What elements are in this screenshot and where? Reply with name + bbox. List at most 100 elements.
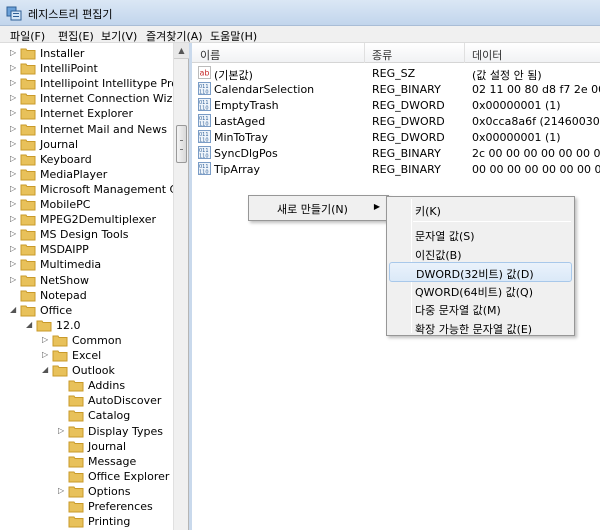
expand-arrow-icon[interactable]: ▷ (10, 275, 19, 286)
tree-item-label: MobilePC (40, 198, 91, 211)
folder-icon (20, 169, 36, 181)
tree-item-label: Journal (40, 137, 79, 151)
new-submenu: 키(K) 문자열 값(S) 이진값(B) DWORD(32비트) 값(D) QWORD(… (386, 196, 575, 336)
value-type: REG_DWORD (372, 131, 445, 144)
submenu-item-label: QWORD(64비트) 값(Q) (415, 286, 533, 299)
submenu-item[interactable]: QWORD(64비트) 값(Q) (389, 281, 572, 301)
folder-icon (68, 516, 84, 528)
value-row[interactable]: 011 110 TipArray REG_BINARY 00 00 00 00 00 0… (192, 161, 600, 177)
value-name: SyncDlgPos (214, 147, 278, 160)
tree-item-label: Options (88, 484, 131, 498)
expand-arrow-icon[interactable]: ▷ (10, 78, 19, 89)
folder-icon (68, 426, 84, 437)
expand-arrow-icon[interactable]: ▷ (10, 244, 19, 255)
folder-icon (20, 275, 36, 286)
column-type-header[interactable]: 종류 (372, 47, 392, 63)
expand-arrow-icon[interactable]: ▷ (10, 124, 19, 135)
expand-arrow-icon[interactable]: ▷ (10, 259, 19, 270)
expand-arrow-icon[interactable]: ▷ (10, 229, 19, 240)
expand-arrow-icon[interactable]: ▷ (10, 63, 19, 74)
value-data: 0x00000001 (1) (472, 131, 561, 144)
value-name: TipArray (214, 163, 261, 176)
column-data-header[interactable]: 데이터 (472, 47, 502, 63)
expand-arrow-icon[interactable] (58, 456, 67, 467)
column-divider[interactable] (364, 43, 365, 63)
expand-arrow-icon[interactable]: ▷ (10, 108, 19, 119)
scroll-up-arrow[interactable]: ▲ (174, 43, 189, 59)
expand-arrow-icon[interactable]: ▷ (42, 350, 51, 361)
folder-icon (20, 244, 36, 256)
expand-arrow-icon[interactable] (58, 516, 67, 527)
tree-item-label: Keyboard (40, 152, 92, 166)
menu-favorites[interactable]: 즐겨찾기(A) (146, 28, 203, 44)
tree-item-label: Internet Mail and News (40, 122, 167, 136)
expand-arrow-icon[interactable]: ▷ (10, 93, 19, 104)
column-divider[interactable] (464, 43, 465, 63)
menu-help[interactable]: 도움말(H) (210, 28, 257, 44)
expand-arrow-icon[interactable] (58, 441, 67, 452)
svg-text:110: 110 (199, 154, 209, 160)
tree-vertical-scrollbar[interactable]: ▲ (173, 43, 189, 530)
folder-icon (68, 395, 84, 407)
submenu-item[interactable]: 다중 문자열 값(M) (389, 299, 572, 319)
tree-item-label: MPEG2Demultiplexer (40, 213, 157, 227)
collapse-arrow-icon[interactable]: ◢ (26, 320, 35, 331)
binary-value-icon: 011110 (198, 114, 211, 127)
expand-arrow-icon[interactable]: ▷ (10, 139, 19, 150)
submenu-item-label: 이진값(B) (415, 249, 462, 262)
expand-arrow-icon[interactable]: ▷ (58, 426, 67, 437)
tree-item-label: Office (40, 303, 73, 317)
submenu-item[interactable]: 이진값(B) (389, 244, 572, 264)
expand-arrow-icon[interactable] (10, 290, 19, 301)
submenu-item[interactable]: 문자열 값(S) (389, 225, 572, 245)
expand-arrow-icon[interactable]: ▷ (10, 169, 19, 180)
expand-arrow-icon[interactable]: ▷ (10, 199, 19, 210)
folder-icon (20, 259, 36, 271)
submenu-item[interactable]: 확장 가능한 문자열 값(E) (389, 318, 572, 338)
expand-arrow-icon[interactable]: ▷ (10, 48, 19, 59)
binary-value-icon: 011110 (198, 98, 211, 111)
expand-arrow-icon[interactable] (58, 380, 67, 391)
value-row[interactable]: 011 110 MinToTray REG_DWORD 0x00000001 (1) (192, 129, 600, 145)
binary-value-icon: 011110 (198, 146, 211, 159)
expand-arrow-icon[interactable]: ▷ (10, 154, 19, 165)
expand-arrow-icon[interactable]: ▷ (10, 214, 19, 225)
menu-item-new[interactable]: 새로 만들기(N) ▶ (251, 198, 386, 218)
expand-arrow-icon[interactable]: ▷ (58, 486, 67, 497)
menu-view[interactable]: 보기(V) (101, 28, 137, 44)
menu-edit[interactable]: 편집(E) (58, 28, 94, 44)
expand-arrow-icon[interactable] (58, 410, 67, 421)
value-row[interactable]: 011 110 SyncDlgPos REG_BINARY 2c 00 00 00 00… (192, 145, 600, 161)
tree-item-label: MS Design Tools (40, 228, 129, 242)
collapse-arrow-icon[interactable]: ◢ (42, 365, 51, 376)
submenu-item[interactable]: DWORD(32비트) 값(D) (389, 262, 572, 282)
folder-icon (68, 501, 84, 513)
column-name-header[interactable]: 이름 (200, 47, 220, 63)
value-row[interactable]: 011 110 CalendarSelection REG_BINARY 02 11 0… (192, 81, 600, 97)
value-type: REG_BINARY (372, 163, 441, 176)
expand-arrow-icon[interactable]: ▷ (42, 335, 51, 346)
collapse-arrow-icon[interactable]: ◢ (10, 305, 19, 316)
value-row[interactable]: 011 110 EmptyTrash REG_DWORD 0x00000001 (1) (192, 97, 600, 113)
tree-item-label: Catalog (88, 409, 131, 423)
folder-icon (20, 184, 36, 196)
menu-file[interactable]: 파일(F) (10, 28, 45, 44)
submenu-item-label: 키(K) (415, 205, 441, 218)
expand-arrow-icon[interactable] (58, 471, 67, 482)
submenu-item[interactable]: 키(K) (389, 200, 572, 220)
submenu-item-label: 문자열 값(S) (415, 230, 475, 243)
tree-item-label: Outlook (72, 364, 115, 378)
expand-arrow-icon[interactable] (58, 501, 67, 512)
tree-item-label: Office Explorer (88, 469, 170, 483)
value-row[interactable]: 011 110 LastAged REG_DWORD 0x0cca8a6f (21460… (192, 113, 600, 129)
context-menu: 새로 만들기(N) ▶ (248, 195, 389, 221)
expand-arrow-icon[interactable] (58, 395, 67, 406)
scroll-thumb[interactable] (176, 125, 187, 163)
svg-text:ab: ab (200, 69, 210, 78)
folder-icon (20, 229, 36, 241)
expand-arrow-icon[interactable]: ▷ (10, 184, 19, 195)
submenu-item-label: 확장 가능한 문자열 값(E) (415, 323, 533, 336)
tree-item-label: NetShow (40, 273, 89, 287)
value-row[interactable]: ab (기본값) REG_SZ (값 설정 안 됨) (192, 65, 600, 82)
registry-key-tree[interactable]: ▷ Installer ▷ IntelliPoint ▷ Intellipoint Int… (0, 43, 189, 530)
